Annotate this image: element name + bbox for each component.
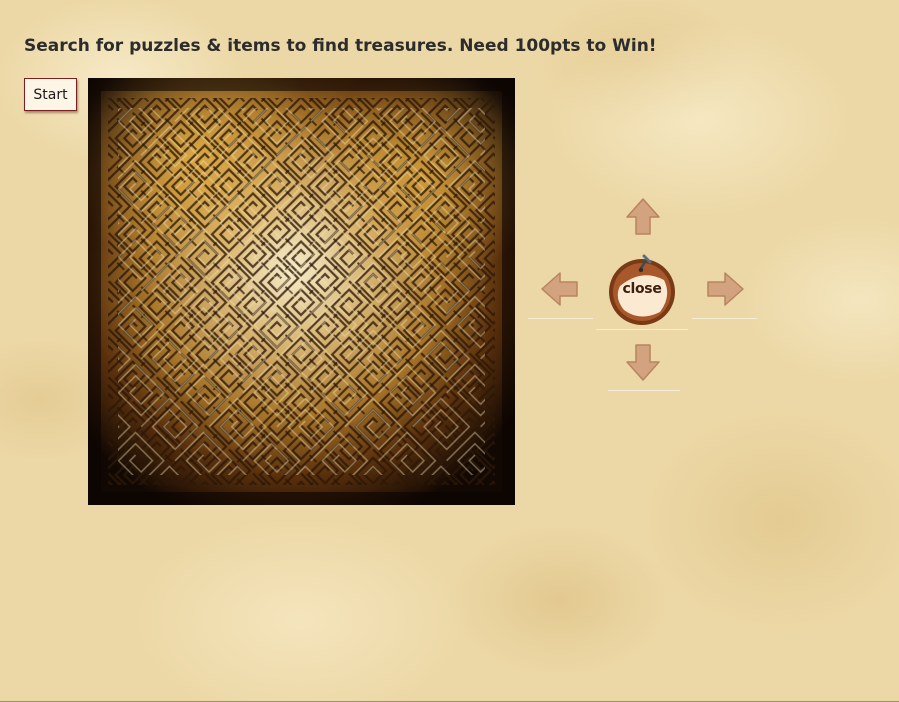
start-button[interactable]: Start	[24, 78, 77, 111]
nav-divider	[692, 318, 757, 319]
nav-divider	[596, 329, 688, 330]
nav-divider	[608, 390, 680, 391]
close-label: close	[622, 281, 662, 297]
close-button[interactable]: close	[606, 250, 678, 326]
arrow-left-icon[interactable]	[540, 270, 580, 308]
arrow-up-icon[interactable]	[624, 197, 662, 237]
instructions-text: Search for puzzles & items to find treas…	[24, 36, 657, 56]
nav-divider	[528, 318, 593, 319]
arrow-down-icon[interactable]	[624, 342, 662, 382]
arrow-right-icon[interactable]	[705, 270, 745, 308]
maze-map-image[interactable]	[88, 78, 515, 505]
